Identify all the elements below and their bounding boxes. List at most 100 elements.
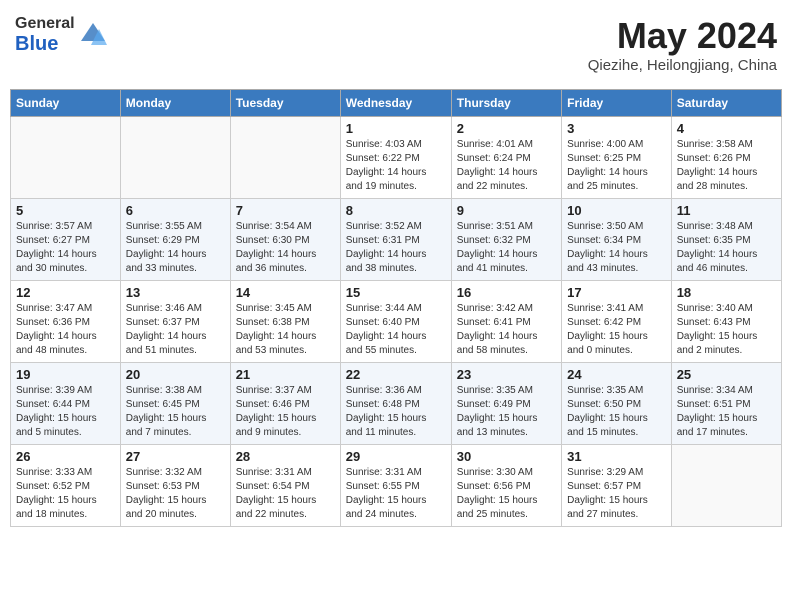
day-info: Sunrise: 3:52 AM Sunset: 6:31 PM Dayligh… [346, 220, 446, 276]
day-info: Sunrise: 3:34 AM Sunset: 6:51 PM Dayligh… [677, 384, 776, 440]
day-cell: 19 Sunrise: 3:39 AM Sunset: 6:44 PM Dayli… [11, 363, 121, 445]
day-info: Sunrise: 3:57 AM Sunset: 6:27 PM Dayligh… [16, 220, 115, 276]
col-header-wednesday: Wednesday [340, 90, 451, 117]
day-info: Sunrise: 3:35 AM Sunset: 6:50 PM Dayligh… [567, 384, 666, 440]
day-number: 17 [567, 285, 666, 300]
day-cell: 24Sunrise: 3:35 AM Sunset: 6:50 PM Dayli… [562, 363, 672, 445]
day-cell: 9 Sunrise: 3:51 AM Sunset: 6:32 PM Daylig… [451, 199, 561, 281]
day-cell [11, 117, 121, 199]
day-cell: 15Sunrise: 3:44 AM Sunset: 6:40 PM Dayli… [340, 281, 451, 363]
day-cell [120, 117, 230, 199]
day-cell: 6 Sunrise: 3:55 AM Sunset: 6:29 PM Daylig… [120, 199, 230, 281]
day-info: Sunrise: 3:38 AM Sunset: 6:45 PM Dayligh… [126, 384, 225, 440]
day-cell: 29 Sunrise: 3:31 AM Sunset: 6:55 PM Dayli… [340, 445, 451, 527]
day-number: 4 [677, 121, 776, 136]
week-row-5: 26 Sunrise: 3:33 AM Sunset: 6:52 PM Dayli… [11, 445, 782, 527]
logo: General Blue [15, 15, 107, 56]
day-info: Sunrise: 3:50 AM Sunset: 6:34 PM Dayligh… [567, 220, 666, 276]
day-cell: 31Sunrise: 3:29 AM Sunset: 6:57 PM Dayli… [562, 445, 672, 527]
day-number: 14 [236, 285, 335, 300]
day-info: Sunrise: 4:03 AM Sunset: 6:22 PM Dayligh… [346, 138, 446, 194]
day-info: Sunrise: 4:01 AM Sunset: 6:24 PM Dayligh… [457, 138, 556, 194]
day-cell: 18Sunrise: 3:40 AM Sunset: 6:43 PM Dayli… [671, 281, 781, 363]
day-cell: 13Sunrise: 3:46 AM Sunset: 6:37 PM Dayli… [120, 281, 230, 363]
day-cell: 8Sunrise: 3:52 AM Sunset: 6:31 PM Daylig… [340, 199, 451, 281]
week-row-1: 1 Sunrise: 4:03 AM Sunset: 6:22 PM Daylig… [11, 117, 782, 199]
day-cell: 28 Sunrise: 3:31 AM Sunset: 6:54 PM Dayli… [230, 445, 340, 527]
day-info: Sunrise: 3:33 AM Sunset: 6:52 PM Dayligh… [16, 466, 115, 522]
day-info: Sunrise: 3:55 AM Sunset: 6:29 PM Dayligh… [126, 220, 225, 276]
day-number: 10 [567, 203, 666, 218]
day-cell: 12Sunrise: 3:47 AM Sunset: 6:36 PM Dayli… [11, 281, 121, 363]
col-header-thursday: Thursday [451, 90, 561, 117]
week-row-3: 12Sunrise: 3:47 AM Sunset: 6:36 PM Dayli… [11, 281, 782, 363]
day-number: 27 [126, 449, 225, 464]
day-cell [671, 445, 781, 527]
day-info: Sunrise: 3:36 AM Sunset: 6:48 PM Dayligh… [346, 384, 446, 440]
day-cell [230, 117, 340, 199]
day-number: 19 [16, 367, 115, 382]
day-info: Sunrise: 3:37 AM Sunset: 6:46 PM Dayligh… [236, 384, 335, 440]
day-cell: 11 Sunrise: 3:48 AM Sunset: 6:35 PM Dayli… [671, 199, 781, 281]
logo-blue-text: Blue [15, 33, 75, 56]
day-cell: 10 Sunrise: 3:50 AM Sunset: 6:34 PM Dayli… [562, 199, 672, 281]
day-number: 26 [16, 449, 115, 464]
day-info: Sunrise: 3:31 AM Sunset: 6:54 PM Dayligh… [236, 466, 335, 522]
day-cell: 21 Sunrise: 3:37 AM Sunset: 6:46 PM Dayli… [230, 363, 340, 445]
day-cell: 23 Sunrise: 3:35 AM Sunset: 6:49 PM Dayli… [451, 363, 561, 445]
day-info: Sunrise: 3:39 AM Sunset: 6:44 PM Dayligh… [16, 384, 115, 440]
day-info: Sunrise: 3:54 AM Sunset: 6:30 PM Dayligh… [236, 220, 335, 276]
day-number: 2 [457, 121, 556, 136]
day-info: Sunrise: 3:58 AM Sunset: 6:26 PM Dayligh… [677, 138, 776, 194]
day-info: Sunrise: 3:48 AM Sunset: 6:35 PM Dayligh… [677, 220, 776, 276]
day-info: Sunrise: 3:47 AM Sunset: 6:36 PM Dayligh… [16, 302, 115, 358]
day-info: Sunrise: 3:30 AM Sunset: 6:56 PM Dayligh… [457, 466, 556, 522]
day-info: Sunrise: 3:45 AM Sunset: 6:38 PM Dayligh… [236, 302, 335, 358]
day-number: 28 [236, 449, 335, 464]
day-number: 16 [457, 285, 556, 300]
col-header-sunday: Sunday [11, 90, 121, 117]
day-number: 6 [126, 203, 225, 218]
day-info: Sunrise: 3:35 AM Sunset: 6:49 PM Dayligh… [457, 384, 556, 440]
day-info: Sunrise: 4:00 AM Sunset: 6:25 PM Dayligh… [567, 138, 666, 194]
logo-icon [79, 21, 107, 49]
day-cell: 1 Sunrise: 4:03 AM Sunset: 6:22 PM Daylig… [340, 117, 451, 199]
day-number: 11 [677, 203, 776, 218]
day-info: Sunrise: 3:31 AM Sunset: 6:55 PM Dayligh… [346, 466, 446, 522]
day-cell: 25 Sunrise: 3:34 AM Sunset: 6:51 PM Dayli… [671, 363, 781, 445]
day-info: Sunrise: 3:32 AM Sunset: 6:53 PM Dayligh… [126, 466, 225, 522]
day-info: Sunrise: 3:40 AM Sunset: 6:43 PM Dayligh… [677, 302, 776, 358]
day-info: Sunrise: 3:51 AM Sunset: 6:32 PM Dayligh… [457, 220, 556, 276]
day-number: 25 [677, 367, 776, 382]
day-number: 30 [457, 449, 556, 464]
week-row-2: 5 Sunrise: 3:57 AM Sunset: 6:27 PM Daylig… [11, 199, 782, 281]
title-area: May 2024 Qiezihe, Heilongjiang, China [588, 15, 777, 74]
day-number: 23 [457, 367, 556, 382]
month-title: May 2024 [588, 15, 777, 57]
day-cell: 26 Sunrise: 3:33 AM Sunset: 6:52 PM Dayli… [11, 445, 121, 527]
calendar-header-row: SundayMondayTuesdayWednesdayThursdayFrid… [11, 90, 782, 117]
week-row-4: 19 Sunrise: 3:39 AM Sunset: 6:44 PM Dayli… [11, 363, 782, 445]
day-number: 29 [346, 449, 446, 464]
day-cell: 3 Sunrise: 4:00 AM Sunset: 6:25 PM Daylig… [562, 117, 672, 199]
col-header-monday: Monday [120, 90, 230, 117]
day-number: 1 [346, 121, 446, 136]
day-cell: 27 Sunrise: 3:32 AM Sunset: 6:53 PM Dayli… [120, 445, 230, 527]
day-cell: 20 Sunrise: 3:38 AM Sunset: 6:45 PM Dayli… [120, 363, 230, 445]
day-number: 9 [457, 203, 556, 218]
day-number: 3 [567, 121, 666, 136]
day-cell: 4 Sunrise: 3:58 AM Sunset: 6:26 PM Daylig… [671, 117, 781, 199]
day-number: 20 [126, 367, 225, 382]
logo-general-text: General [15, 15, 75, 33]
day-cell: 17 Sunrise: 3:41 AM Sunset: 6:42 PM Dayli… [562, 281, 672, 363]
day-number: 5 [16, 203, 115, 218]
col-header-saturday: Saturday [671, 90, 781, 117]
day-number: 21 [236, 367, 335, 382]
day-number: 13 [126, 285, 225, 300]
day-cell: 30 Sunrise: 3:30 AM Sunset: 6:56 PM Dayli… [451, 445, 561, 527]
day-info: Sunrise: 3:42 AM Sunset: 6:41 PM Dayligh… [457, 302, 556, 358]
page-header: General Blue May 2024 Qiezihe, Heilongji… [10, 10, 782, 79]
day-info: Sunrise: 3:41 AM Sunset: 6:42 PM Dayligh… [567, 302, 666, 358]
day-cell: 14 Sunrise: 3:45 AM Sunset: 6:38 PM Dayli… [230, 281, 340, 363]
day-info: Sunrise: 3:29 AM Sunset: 6:57 PM Dayligh… [567, 466, 666, 522]
